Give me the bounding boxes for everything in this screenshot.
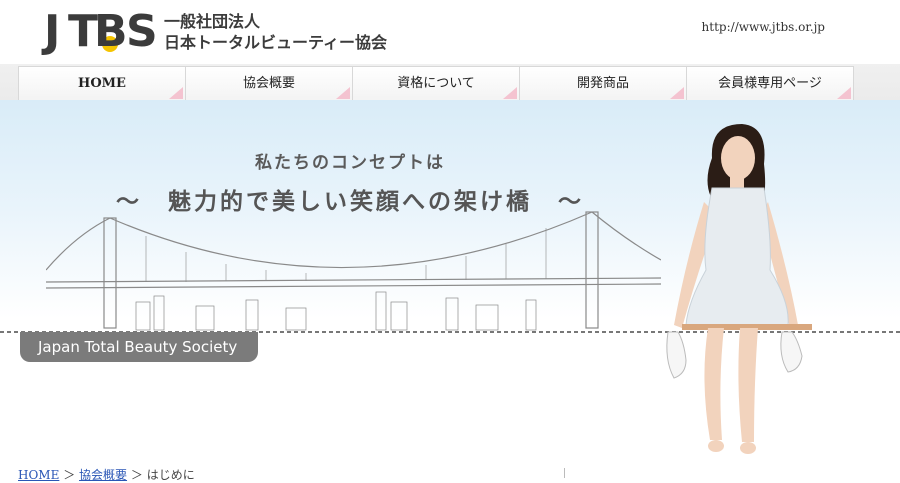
org-name-line2: 日本トータルビューティー協会 — [164, 33, 388, 52]
nav-qualification[interactable]: 資格について — [353, 67, 520, 101]
nav-qualification-label: 資格について — [397, 76, 475, 91]
nav-about[interactable]: 協会概要 — [186, 67, 353, 101]
corner-decoration — [169, 87, 183, 99]
nav-about-label: 協会概要 — [242, 76, 295, 91]
breadcrumb-separator: ＞ — [130, 468, 143, 482]
breadcrumb: HOME ＞ 協会概要 ＞ はじめに — [18, 466, 195, 483]
woman-photo — [666, 124, 812, 454]
org-name-line1: 一般社団法人 — [164, 12, 261, 31]
corner-decoration — [336, 87, 350, 99]
content-divider — [564, 468, 565, 478]
concept-heading: 私たちのコンセプトは — [255, 153, 445, 173]
jtbs-logo[interactable]: J T B S 一般社団法人 日本トータルビューティー協会 — [44, 6, 404, 58]
hero-banner: 私たちのコンセプトは ～ 魅力的で美しい笑顔への架け橋 ～ Japan Tota… — [0, 100, 900, 465]
breadcrumb-current: はじめに — [146, 468, 195, 482]
nav-home[interactable]: HOME — [19, 67, 186, 101]
org-name: 一般社団法人 日本トータルビューティー協会 — [164, 12, 387, 54]
nav-members-label: 会員様専用ページ — [718, 76, 822, 91]
corner-decoration — [503, 87, 517, 99]
society-label: Japan Total Beauty Society — [20, 332, 258, 362]
bridge-illustration — [46, 211, 661, 331]
nav-products[interactable]: 開発商品 — [520, 67, 687, 101]
corner-decoration — [837, 87, 851, 99]
corner-decoration — [670, 87, 684, 99]
nav-products-label: 開発商品 — [576, 76, 629, 91]
nav-home-label: HOME — [78, 76, 126, 91]
breadcrumb-home-link[interactable]: HOME — [18, 468, 59, 482]
logo-mark: J T B S — [44, 6, 158, 57]
main-nav: HOME 協会概要 資格について 開発商品 会員様専用ページ — [18, 66, 854, 102]
breadcrumb-about-link[interactable]: 協会概要 — [79, 468, 127, 482]
nav-members[interactable]: 会員様専用ページ — [687, 67, 853, 101]
breadcrumb-separator: ＞ — [63, 468, 76, 482]
site-url: http://www.jtbs.or.jp — [701, 20, 825, 34]
header: J T B S 一般社団法人 日本トータルビューティー協会 http://www… — [0, 0, 900, 64]
